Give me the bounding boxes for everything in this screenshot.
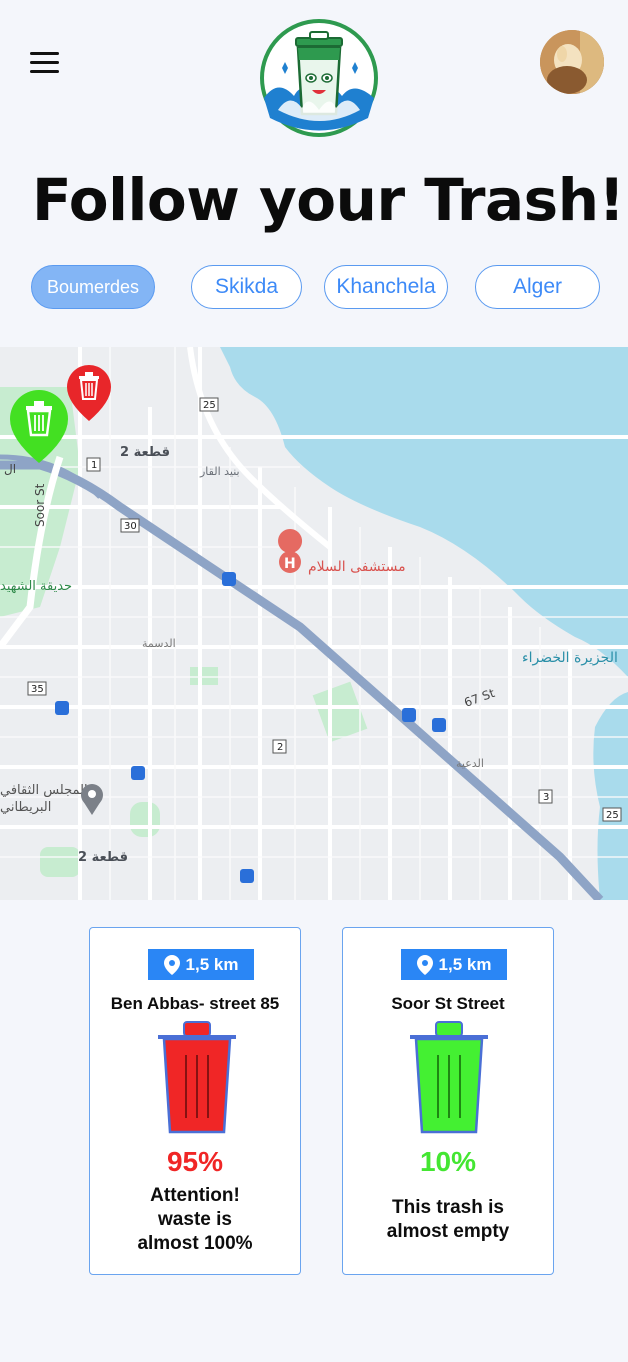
status-line: Attention! (150, 1185, 240, 1206)
app-logo (258, 18, 380, 138)
map-label: الدسمة (142, 637, 176, 650)
svg-text:3: 3 (543, 792, 549, 803)
svg-text:2: 2 (277, 742, 283, 753)
map-label: الدعية (456, 757, 484, 770)
distance-badge: 1,5 km (148, 949, 254, 980)
status-line: waste is (158, 1209, 232, 1230)
location-pin-icon (163, 954, 180, 975)
map-label: ال (4, 462, 16, 476)
city-chip-boumerdes[interactable]: Boumerdes (31, 265, 155, 309)
avatar-photo-icon (540, 30, 604, 94)
empty-trash-bin-icon (410, 1021, 488, 1134)
fill-percentage: 95% (166, 1146, 224, 1177)
status-message: Attention! waste is almost 100% (100, 1184, 290, 1256)
svg-text:1: 1 (91, 460, 97, 471)
status-line: almost empty (386, 1221, 510, 1242)
svg-text:30: 30 (124, 521, 137, 532)
location-pin-icon (416, 954, 433, 975)
map-label: حديقة الشهيد (0, 579, 72, 594)
page-title: Follow your Trash! (32, 166, 625, 234)
distance-text: 1,5 km (185, 954, 239, 974)
location-name: Ben Abbas- street 85 (110, 994, 280, 1013)
menu-line (30, 70, 59, 73)
trash-map[interactable]: 2 قطعة بنيد القار Soor St حديقة الشهيد م… (0, 347, 628, 900)
map-label: Soor St (33, 483, 47, 527)
user-avatar[interactable] (540, 30, 604, 94)
location-name: Soor St Street (391, 994, 505, 1013)
distance-text: 1,5 km (438, 954, 492, 974)
status-message: This trash is almost empty (353, 1196, 543, 1244)
svg-text:H: H (284, 556, 296, 572)
menu-line (30, 61, 59, 64)
svg-text:25: 25 (606, 810, 619, 821)
status-line: This trash is (392, 1197, 504, 1218)
map-label: بنيد القار (199, 465, 240, 478)
map-label: مستشفى السلام (308, 559, 406, 575)
map-label: الجزيرة الخضراء (522, 650, 618, 666)
svg-text:25: 25 (203, 400, 216, 411)
city-chip-alger[interactable]: Alger (475, 265, 600, 309)
map-label: المجلس الثقافي (0, 783, 88, 798)
map-label: البريطاني (0, 800, 51, 815)
trash-card-ben-abbas[interactable]: 1,5 km Ben Abbas- street 85 95% Attentio… (89, 927, 301, 1275)
distance-badge: 1,5 km (401, 949, 507, 980)
trash-card-soor-st[interactable]: 1,5 km Soor St Street 10% This trash is … (342, 927, 554, 1275)
map-label: 2 قطعة (78, 850, 128, 865)
trash-logo-icon (260, 19, 378, 137)
full-trash-bin-icon (158, 1021, 236, 1134)
svg-text:35: 35 (31, 684, 44, 695)
menu-button[interactable] (30, 52, 60, 74)
fill-percentage: 10% (419, 1146, 477, 1177)
map-label: 2 قطعة (120, 445, 170, 460)
city-chip-skikda[interactable]: Skikda (191, 265, 302, 309)
menu-line (30, 52, 59, 55)
city-chip-khanchela[interactable]: Khanchela (324, 265, 448, 309)
map-canvas: 2 قطعة بنيد القار Soor St حديقة الشهيد م… (0, 347, 628, 900)
status-line: almost 100% (137, 1233, 253, 1254)
